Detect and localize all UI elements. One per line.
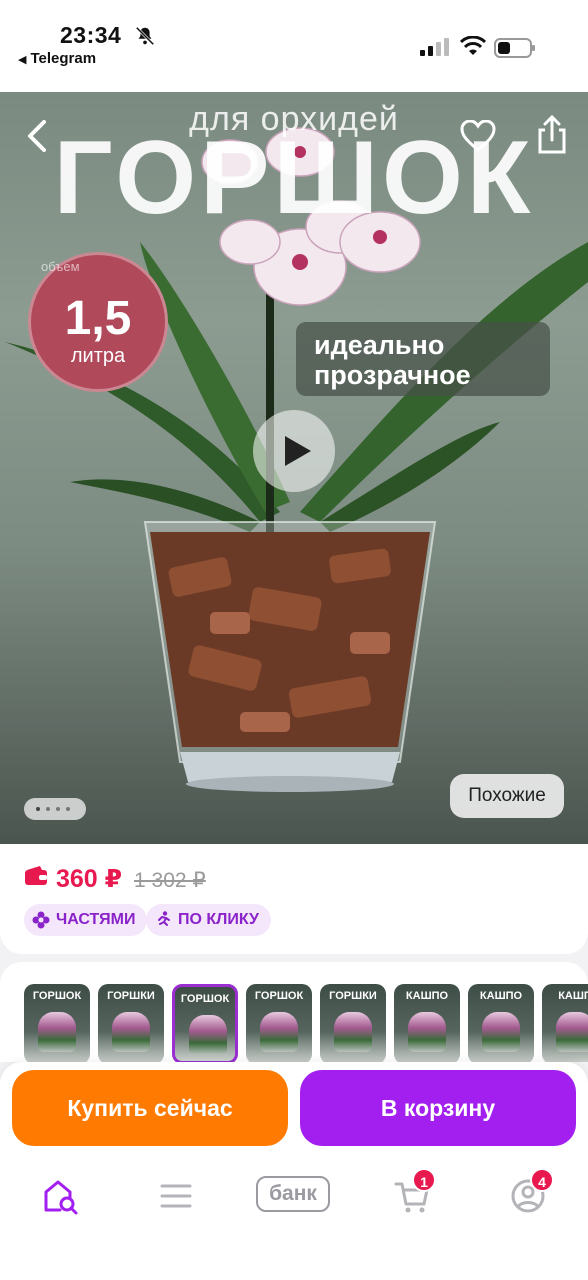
cellular-signal-icon [420, 38, 449, 56]
thumbnail[interactable]: ГОРШОК [24, 984, 90, 1062]
current-price: 360 ₽ [56, 865, 123, 893]
pagination-dot [56, 807, 60, 811]
thumbnail[interactable]: КАШПО [394, 984, 460, 1062]
thumbnail-image [408, 1012, 446, 1052]
feature-line-1: идеально [314, 330, 445, 360]
thumbnail-title: ГОРШКИ [107, 990, 155, 1002]
thumbnail-title: ГОРШОК [180, 993, 230, 1005]
feature-tag: идеально прозрачное [296, 322, 550, 396]
thumbnail-title: КАШПО [405, 990, 449, 1002]
thumbnail-image [260, 1012, 298, 1052]
pagination-dot [46, 807, 50, 811]
installments-label: ЧАСТЯМИ [56, 911, 136, 928]
hero-title: ГОРШОК [53, 120, 535, 236]
thumbnail-title: ГОРШОК [254, 990, 304, 1002]
flower-icon [32, 911, 50, 929]
wallet-icon [25, 866, 47, 885]
pagination-dot [36, 807, 40, 811]
similar-button[interactable]: Похожие [450, 774, 564, 818]
clock: 23:34 [60, 22, 122, 48]
thumbnail-image [482, 1012, 520, 1052]
feature-line-2: прозрачное [314, 360, 471, 390]
back-chevron-icon[interactable] [24, 118, 50, 154]
back-app-label: Telegram [30, 50, 97, 67]
thumbnail-title: ГОРШОК [32, 990, 82, 1002]
one-click-chip[interactable]: ПО КЛИКУ [146, 904, 271, 936]
bank-tab[interactable]: банк [256, 1176, 330, 1212]
bell-off-icon [135, 26, 155, 46]
play-video-button[interactable] [253, 410, 335, 492]
add-to-cart-button[interactable]: В корзину [300, 1070, 576, 1146]
installments-chip[interactable]: ЧАСТЯМИ [24, 904, 148, 936]
gallery-pagination [24, 798, 86, 820]
catalog-menu-icon[interactable] [156, 1176, 196, 1216]
thumbnail[interactable]: ГОРШКИ [320, 984, 386, 1062]
price-card: 360 ₽ 1 302 ₽ ЧАСТЯМИ ПО КЛИКУ [0, 844, 588, 954]
volume-unit: литра [70, 345, 126, 367]
volume-badge: объем 1,5 литра [28, 252, 168, 392]
pagination-dot [66, 807, 70, 811]
status-bar: 23:34 ◀ Telegram [0, 0, 588, 92]
cart-count-badge: 1 [412, 1168, 436, 1192]
thumbnail-image [334, 1012, 372, 1052]
back-to-telegram[interactable]: ◀ Telegram [18, 50, 96, 67]
thumbnail-selected[interactable]: ГОРШОК [172, 984, 238, 1062]
old-price: 1 302 ₽ [134, 869, 206, 892]
thumbnail-image [112, 1012, 150, 1052]
favorite-heart-icon[interactable] [460, 120, 496, 152]
volume-value: 1,5 [64, 292, 132, 345]
thumbnail-image [556, 1012, 588, 1052]
battery-icon [494, 38, 535, 58]
profile-notification-badge: 4 [530, 1168, 554, 1192]
thumbnail-title: ГОРШКИ [329, 990, 377, 1002]
buy-now-button[interactable]: Купить сейчас [12, 1070, 288, 1146]
thumbnail[interactable]: ГОРШКИ [98, 984, 164, 1062]
thumbnail-image [38, 1012, 76, 1052]
thumbnail[interactable]: КАШП [542, 984, 588, 1062]
one-click-label: ПО КЛИКУ [178, 911, 259, 928]
thumbnail[interactable]: ГОРШОК [246, 984, 312, 1062]
thumbnail[interactable]: КАШПО [468, 984, 534, 1062]
volume-ring-text: объем [41, 259, 80, 274]
back-arrow-icon: ◀ [18, 54, 27, 66]
thumbnail-title: КАШП [558, 990, 588, 1002]
action-bar: Купить сейчас В корзину [0, 1062, 588, 1158]
running-person-icon [158, 911, 170, 926]
thumbnail-strip[interactable]: ГОРШОК ГОРШКИ ГОРШОК ГОРШОК ГОРШКИ КАШПО… [0, 962, 588, 1062]
home-search-icon[interactable] [40, 1176, 80, 1216]
product-gallery[interactable]: для орхидей ГОРШОК объем 1,5 литра идеал… [0, 92, 588, 844]
bottom-navigation: банк 1 4 [0, 1158, 588, 1280]
thumbnail-title: КАШПО [479, 990, 523, 1002]
wifi-icon [460, 36, 486, 55]
share-icon[interactable] [536, 114, 568, 154]
thumbnail-image [189, 1015, 227, 1055]
